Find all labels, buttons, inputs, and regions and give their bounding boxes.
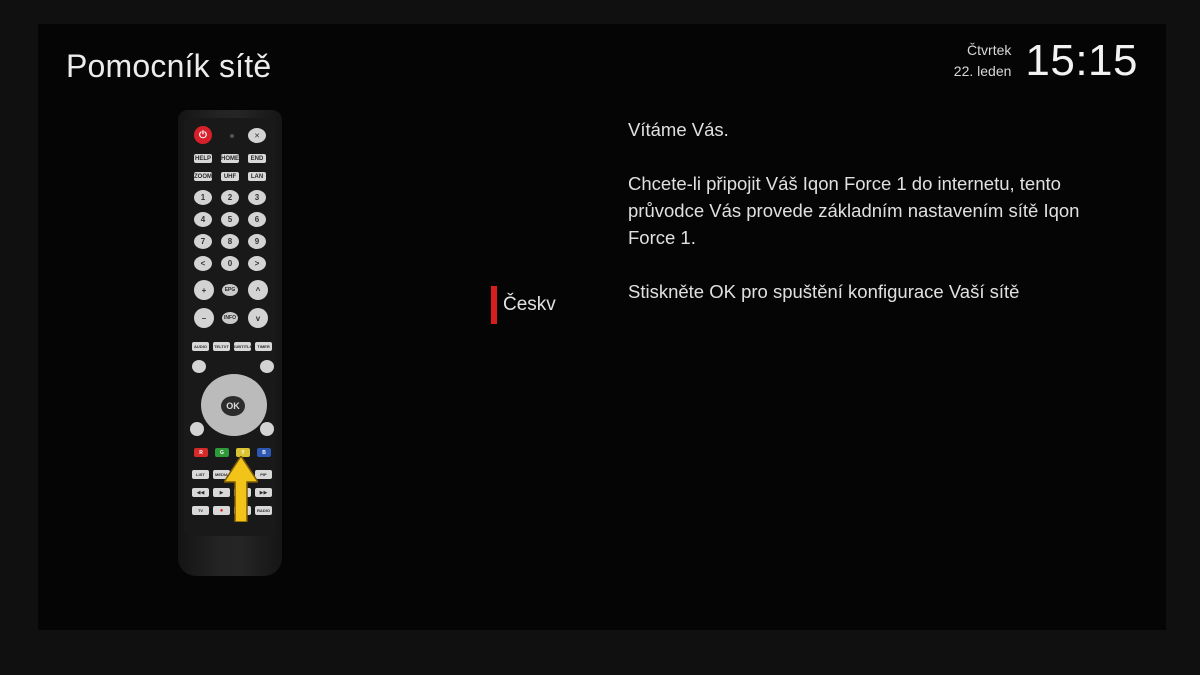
teletext-button: TELTXT xyxy=(213,342,230,351)
prev-button: < xyxy=(194,256,212,271)
sat-icon xyxy=(190,422,204,436)
zoom-button: ZOOM xyxy=(194,172,212,181)
menu-icon xyxy=(192,360,206,373)
recall-icon xyxy=(260,422,274,436)
epg-button: EPG xyxy=(222,284,238,296)
next-button: > xyxy=(248,256,266,271)
digit-5-button: 5 xyxy=(221,212,239,227)
welcome-line: Vítáme Vás. xyxy=(628,119,729,140)
digit-9-button: 9 xyxy=(248,234,266,249)
date-label: 22. leden xyxy=(953,63,1012,79)
audio-button: AUDIO xyxy=(192,342,209,351)
volume-up-button: + xyxy=(194,280,214,300)
uhf-button: UHF xyxy=(221,172,239,181)
date-block: Čtvrtek 22. leden xyxy=(954,40,1012,82)
power-icon: ⏻ xyxy=(194,126,212,144)
selection-indicator xyxy=(491,286,497,324)
digit-0-button: 0 xyxy=(221,256,239,271)
mute-icon: ✕ xyxy=(248,128,266,143)
screen: Pomocník sítě Čtvrtek 22. leden 15:15 ⏻ … xyxy=(0,0,1200,675)
digit-6-button: 6 xyxy=(248,212,266,227)
end-button: END xyxy=(248,154,266,163)
digit-2-button: 2 xyxy=(221,190,239,205)
pointer-arrow-icon xyxy=(224,456,258,522)
exit-icon xyxy=(260,360,274,373)
digit-7-button: 7 xyxy=(194,234,212,249)
remote-face: ⏻ ✕ HELP HOME END ZOOM UHF LAN 1 2 3 4 5… xyxy=(184,118,276,536)
digit-4-button: 4 xyxy=(194,212,212,227)
subtitle-button: SUBTITLE xyxy=(232,342,253,351)
instruction-text: Stiskněte OK pro spuštění konfigurace Va… xyxy=(628,281,1020,302)
red-button: R xyxy=(194,448,208,457)
blue-button: B xyxy=(257,448,271,457)
home-button: HOME xyxy=(221,154,239,163)
volume-down-button: – xyxy=(194,308,214,328)
day-label: Čtvrtek xyxy=(967,42,1012,58)
timer-button: TIMER xyxy=(255,342,272,351)
lan-button: LAN xyxy=(248,172,266,181)
page-title: Pomocník sítě xyxy=(66,48,272,84)
channel-down-button: v xyxy=(248,308,268,328)
description-text: Chcete-li připojit Váš Iqon Force 1 do i… xyxy=(628,173,1080,248)
language-option-selected[interactable]: Českv xyxy=(491,286,556,324)
channel-up-button: ^ xyxy=(248,280,268,300)
ok-button: OK xyxy=(221,396,245,416)
time-label: 15:15 xyxy=(1025,36,1138,85)
language-label: Českv xyxy=(503,294,556,315)
help-button: HELP xyxy=(194,154,212,163)
rewind-icon: ◀◀ xyxy=(192,488,209,497)
list-button: LIST xyxy=(192,470,209,479)
clock: Čtvrtek 22. leden 15:15 xyxy=(954,36,1138,86)
welcome-message: Vítáme Vás. Chcete-li připojit Váš Iqon … xyxy=(628,116,1118,332)
tv-button: TV xyxy=(192,506,209,515)
remote-control-image: ⏻ ✕ HELP HOME END ZOOM UHF LAN 1 2 3 4 5… xyxy=(178,110,282,576)
digit-3-button: 3 xyxy=(248,190,266,205)
led-indicator xyxy=(230,134,234,138)
digit-1-button: 1 xyxy=(194,190,212,205)
info-button: INFO xyxy=(222,312,238,324)
digit-8-button: 8 xyxy=(221,234,239,249)
